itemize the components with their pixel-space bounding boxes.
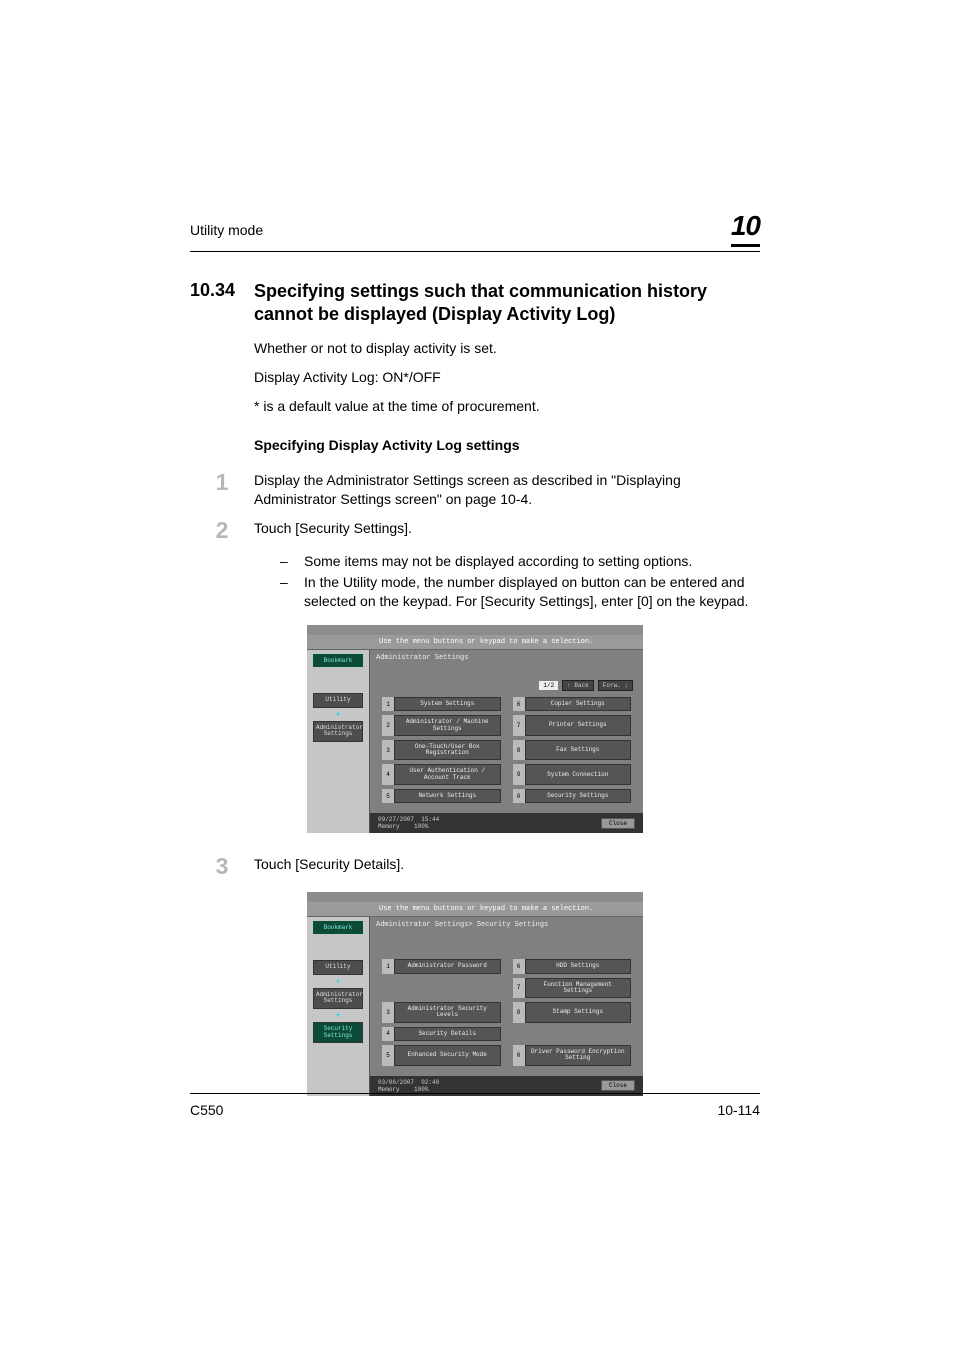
breadcrumb: Administrator Settings> Security Setting… xyxy=(370,917,643,957)
heading-title: Specifying settings such that communicat… xyxy=(254,280,760,327)
heading-2: 10.34 Specifying settings such that comm… xyxy=(190,280,760,327)
step-3: 3 Touch [Security Details]. xyxy=(190,855,760,878)
menu-item[interactable]: 0Security Settings xyxy=(513,789,632,803)
menu-item[interactable]: 6HDD Settings xyxy=(513,959,632,973)
step-1: 1 Display the Administrator Settings scr… xyxy=(190,471,760,509)
menu-item[interactable]: 4User Authentication / Account Track xyxy=(382,764,501,785)
menu-item[interactable]: 7Function Management Settings xyxy=(513,978,632,999)
chapter-number: 10 xyxy=(731,210,760,247)
page-indicator: 1/2 xyxy=(539,681,558,690)
intro-p1: Whether or not to display activity is se… xyxy=(254,339,760,358)
back-button[interactable]: ↑ Back xyxy=(562,680,594,691)
heading-number: 10.34 xyxy=(190,280,254,327)
chevron-down-icon: ▼ xyxy=(336,978,340,985)
bookmark-button[interactable]: Bookmark xyxy=(313,921,363,934)
menu-item[interactable]: 4Security Details xyxy=(382,1027,501,1041)
menu-item[interactable]: 9System Connection xyxy=(513,764,632,785)
forward-button[interactable]: Forw. ↓ xyxy=(598,680,633,691)
sidebar-admin-settings[interactable]: Administrator Settings xyxy=(313,988,363,1009)
sidebar-utility[interactable]: Utility xyxy=(313,693,363,708)
screenshot-2: Use the menu buttons or keypad to make a… xyxy=(190,892,760,1095)
chevron-down-icon: ▼ xyxy=(336,1012,340,1019)
menu-item[interactable]: 7Printer Settings xyxy=(513,715,632,736)
menu-item[interactable]: 3Administrator Security Levels xyxy=(382,1002,501,1023)
sidebar-utility[interactable]: Utility xyxy=(313,960,363,975)
step-text: Touch [Security Settings]. xyxy=(254,519,760,542)
page-number: 10-114 xyxy=(717,1102,760,1118)
menu-item[interactable]: 1System Settings xyxy=(382,697,501,711)
timestamp: 09/27/2007 15:44 Memory 100% xyxy=(378,816,439,830)
close-button[interactable]: Close xyxy=(601,1080,635,1091)
menu-item[interactable]: 0Driver Password Encryption Setting xyxy=(513,1045,632,1066)
menu-item[interactable]: 3One-Touch/User Box Registration xyxy=(382,740,501,761)
step-text: Touch [Security Details]. xyxy=(254,855,760,878)
sub-heading: Specifying Display Activity Log settings xyxy=(254,437,760,453)
intro-p3: * is a default value at the time of proc… xyxy=(254,397,760,416)
screen-instruction: Use the menu buttons or keypad to make a… xyxy=(307,635,643,650)
menu-item[interactable]: 8Stamp Settings xyxy=(513,1002,632,1023)
sidebar-admin-settings[interactable]: Administrator Settings xyxy=(313,721,363,742)
step-2-bullet: – In the Utility mode, the number displa… xyxy=(280,573,760,611)
screenshot-1: Use the menu buttons or keypad to make a… xyxy=(190,625,760,833)
model-name: C550 xyxy=(190,1102,223,1118)
menu-item[interactable]: 6Copier Settings xyxy=(513,697,632,711)
section-name: Utility mode xyxy=(190,222,263,238)
screen-instruction: Use the menu buttons or keypad to make a… xyxy=(307,902,643,917)
step-2: 2 Touch [Security Settings]. xyxy=(190,519,760,542)
page-footer: C550 10-114 xyxy=(190,1093,760,1118)
menu-item[interactable]: 8Fax Settings xyxy=(513,740,632,761)
menu-item[interactable]: 1Administrator Password xyxy=(382,959,501,973)
sidebar-security-settings[interactable]: Security Settings xyxy=(313,1022,363,1043)
timestamp: 03/06/2007 02:48 Memory 100% xyxy=(378,1079,439,1093)
menu-item[interactable]: 2Administrator / Machine Settings xyxy=(382,715,501,736)
bullet-text: Some items may not be displayed accordin… xyxy=(304,552,692,571)
intro-p2: Display Activity Log: ON*/OFF xyxy=(254,368,760,387)
breadcrumb: Administrator Settings xyxy=(370,650,643,680)
bookmark-button[interactable]: Bookmark xyxy=(313,654,363,667)
step-number: 1 xyxy=(190,471,254,509)
step-number: 3 xyxy=(190,855,254,878)
chevron-down-icon: ▼ xyxy=(336,711,340,718)
bullet-text: In the Utility mode, the number displaye… xyxy=(304,573,760,611)
menu-item[interactable]: 5Enhanced Security Mode xyxy=(382,1045,501,1066)
page-header: Utility mode 10 xyxy=(190,210,760,252)
menu-item[interactable]: 5Network Settings xyxy=(382,789,501,803)
step-text: Display the Administrator Settings scree… xyxy=(254,471,760,509)
step-2-bullet: – Some items may not be displayed accord… xyxy=(280,552,760,571)
close-button[interactable]: Close xyxy=(601,818,635,829)
step-number: 2 xyxy=(190,519,254,542)
